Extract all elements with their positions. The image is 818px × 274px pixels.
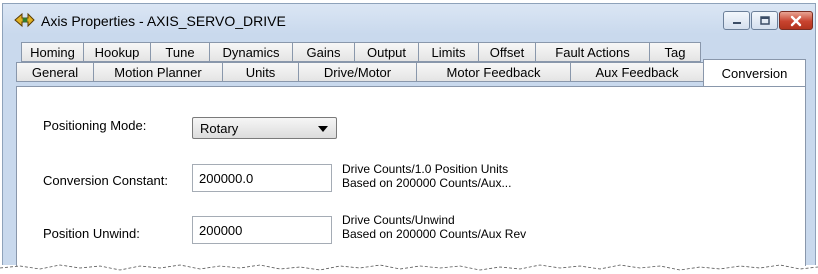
tab-conversion[interactable]: Conversion (703, 59, 806, 86)
axis-properties-icon (14, 12, 35, 28)
maximize-button[interactable] (751, 11, 778, 30)
tab-dynamics[interactable]: Dynamics (209, 42, 293, 62)
position-unwind-label: Position Unwind: (43, 226, 140, 241)
tab-offset[interactable]: Offset (478, 42, 536, 62)
positioning-mode-select[interactable]: Rotary (192, 117, 337, 139)
torn-edge (0, 264, 818, 274)
tab-output[interactable]: Output (354, 42, 419, 62)
tab-tag[interactable]: Tag (649, 42, 701, 62)
tab-homing[interactable]: Homing (21, 42, 84, 62)
maximize-icon (759, 15, 770, 25)
close-button[interactable] (779, 11, 813, 30)
tab-general[interactable]: General (16, 62, 94, 82)
position-unwind-input[interactable] (192, 216, 332, 244)
conversion-constant-desc-line-1: Drive Counts/1.0 Position Units (342, 162, 509, 176)
conversion-constant-input[interactable] (192, 164, 332, 192)
positioning-mode-value: Rotary (200, 121, 239, 136)
window-title: Axis Properties - AXIS_SERVO_DRIVE (41, 13, 286, 29)
tab-aux-feedback[interactable]: Aux Feedback (570, 62, 704, 82)
conversion-constant-label: Conversion Constant: (43, 173, 169, 188)
conversion-constant-description: Drive Counts/1.0 Position Units Based on… (342, 162, 511, 190)
tab-units[interactable]: Units (222, 62, 299, 82)
tab-hookup[interactable]: Hookup (83, 42, 151, 62)
tab-tune[interactable]: Tune (150, 42, 210, 62)
minimize-button[interactable] (723, 11, 750, 30)
axis-properties-window: Axis Properties - AXIS_SERVO_DRIVE Homin… (2, 3, 816, 266)
position-unwind-description: Drive Counts/Unwind Based on 200000 Coun… (342, 213, 526, 241)
conversion-panel: Positioning Mode: Rotary Conversion Cons… (16, 86, 806, 266)
tab-drive-motor[interactable]: Drive/Motor (298, 62, 417, 82)
tab-motion-planner[interactable]: Motion Planner (93, 62, 223, 82)
position-unwind-desc-line-2: Based on 200000 Counts/Aux Rev (342, 227, 527, 241)
positioning-mode-label: Positioning Mode: (43, 118, 147, 133)
tab-strip: Homing Hookup Tune Dynamics Gains Output… (16, 42, 806, 86)
tab-limits[interactable]: Limits (418, 42, 479, 62)
position-unwind-desc-line-1: Drive Counts/Unwind (342, 213, 455, 227)
tab-fault-actions[interactable]: Fault Actions (535, 42, 650, 62)
minimize-icon (732, 21, 741, 24)
title-bar[interactable]: Axis Properties - AXIS_SERVO_DRIVE (3, 4, 815, 37)
conversion-constant-desc-line-2: Based on 200000 Counts/Aux... (342, 176, 512, 190)
close-icon (790, 15, 802, 26)
tab-gains[interactable]: Gains (292, 42, 355, 62)
tab-motor-feedback[interactable]: Motor Feedback (416, 62, 571, 82)
chevron-down-icon (318, 126, 328, 132)
